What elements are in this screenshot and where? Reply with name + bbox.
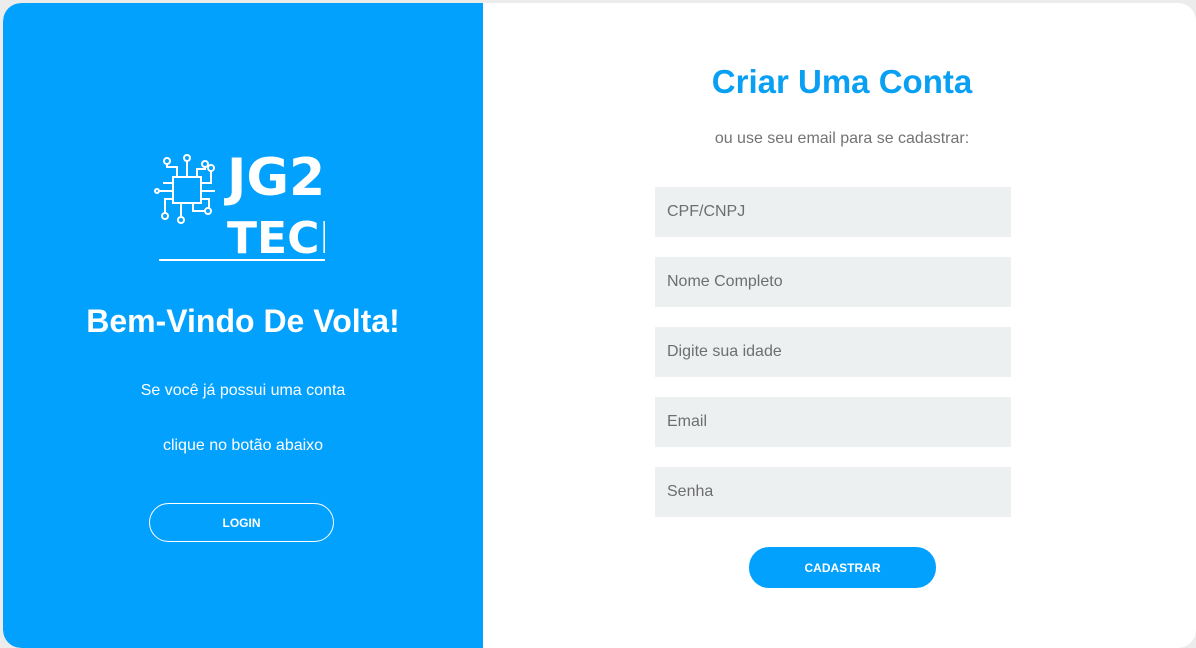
login-button[interactable]: LOGIN (149, 503, 334, 542)
age-field[interactable] (655, 327, 1011, 377)
welcome-title: Bem-Vindo De Volta! (86, 303, 400, 339)
logo-text-jg2: JG2 (224, 148, 325, 208)
form-subtitle: ou use seu email para se cadastrar: (714, 130, 970, 147)
full-name-field[interactable] (655, 257, 1011, 307)
form-title: Criar Uma Conta (711, 63, 973, 100)
welcome-text-line2: clique no botão abaixo (162, 437, 324, 454)
welcome-text-line1: Se você já possui uma conta (140, 382, 346, 399)
signup-card: JG2 TECH Bem-Vindo De Volta! Se você já … (3, 3, 1196, 648)
signup-panel: Criar Uma Conta ou use seu email para se… (483, 3, 1196, 648)
welcome-panel: JG2 TECH Bem-Vindo De Volta! Se você já … (3, 3, 483, 648)
cpf-cnpj-field[interactable] (655, 187, 1011, 237)
email-field[interactable] (655, 397, 1011, 447)
circuit-chip-icon (154, 154, 215, 224)
register-button[interactable]: CADASTRAR (749, 547, 936, 588)
jg2-tech-logo: JG2 TECH (154, 148, 325, 263)
logo-text-tech: TECH (227, 213, 325, 263)
password-field[interactable] (655, 467, 1011, 517)
